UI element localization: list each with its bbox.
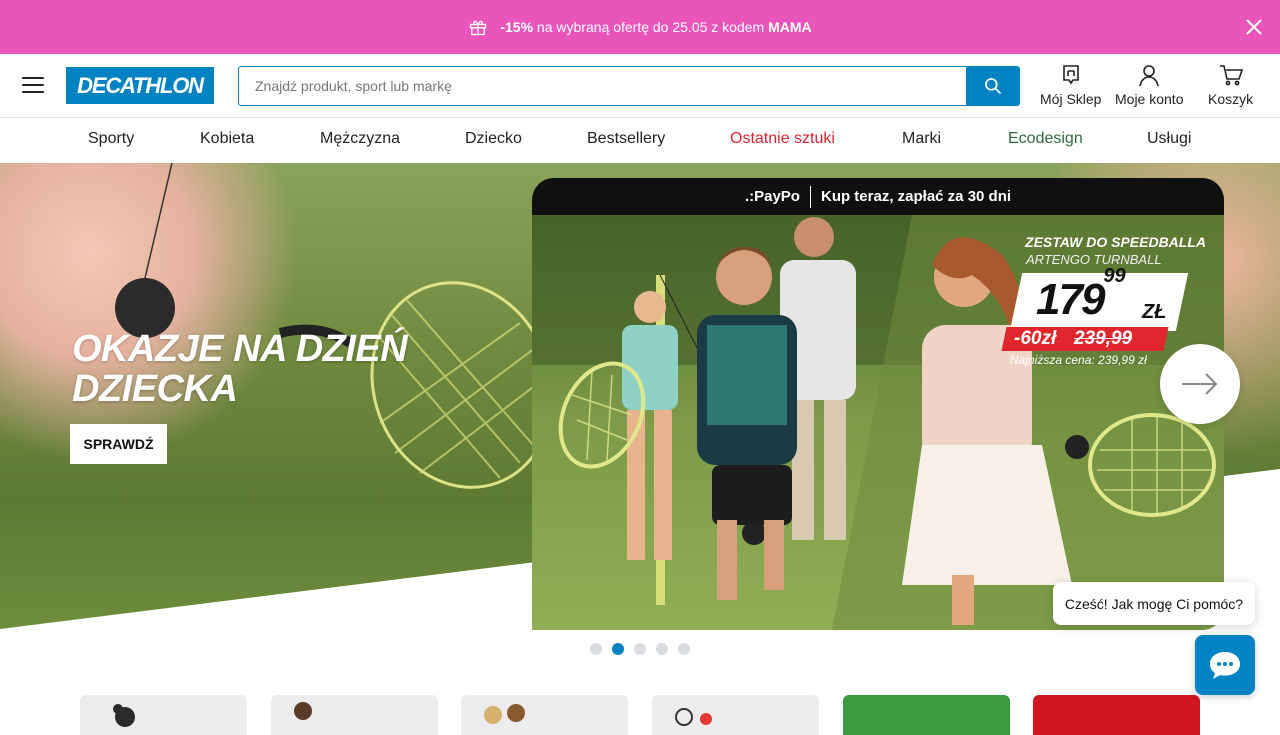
carousel-dot-2[interactable]: [612, 643, 624, 655]
carousel-dot-3[interactable]: [634, 643, 646, 655]
carousel-dot-4[interactable]: [656, 643, 668, 655]
decathlon-logo[interactable]: DECATHLON: [66, 67, 214, 104]
main-nav: Sporty Kobieta Mężczyzna Dziecko Bestsel…: [0, 118, 1280, 163]
paypo-bar: .:PayPo Kup teraz, zapłać za 30 dni: [532, 178, 1224, 215]
price-box: 17999 ZŁ -60zł 239,99: [1001, 265, 1189, 351]
search-icon: [984, 78, 1001, 95]
cart-button[interactable]: Koszyk: [1208, 62, 1253, 107]
product-title: ZESTAW DO SPEEDBALLA: [1025, 234, 1206, 250]
cart-label: Koszyk: [1208, 91, 1254, 107]
hero-cta-button[interactable]: SPRAWDŹ: [70, 424, 167, 464]
person-photo: [484, 704, 525, 724]
my-account-button[interactable]: Moje konto: [1115, 62, 1183, 107]
my-account-label: Moje konto: [1115, 91, 1184, 107]
category-tile-5[interactable]: [843, 695, 1010, 735]
store-icon: [1062, 65, 1079, 85]
nav-item-kobieta[interactable]: Kobieta: [200, 130, 254, 148]
my-store-label: Mój Sklep: [1040, 91, 1102, 107]
carousel-dots: [590, 643, 690, 655]
nav-item-dziecko[interactable]: Dziecko: [465, 130, 522, 148]
nav-item-ostatnie-sztuki[interactable]: Ostatnie sztuki: [730, 130, 835, 148]
price-main: 17999: [1036, 265, 1126, 324]
category-tile-2[interactable]: [271, 695, 438, 735]
person-photo: [294, 702, 312, 720]
menu-icon[interactable]: [22, 77, 44, 95]
promo-card[interactable]: .:PayPo Kup teraz, zapłać za 30 dni ZEST…: [532, 178, 1224, 630]
product-deal: ZESTAW DO SPEEDBALLA ARTENGO TURNBALL 17…: [996, 234, 1206, 367]
my-store-button[interactable]: Mój Sklep: [1040, 62, 1101, 107]
user-icon: [1139, 65, 1160, 87]
nav-item-uslugi[interactable]: Usługi: [1147, 130, 1191, 148]
carousel-next-button[interactable]: [1160, 344, 1240, 424]
nav-item-marki[interactable]: Marki: [902, 130, 941, 148]
price-discount: -60zł: [1014, 328, 1057, 349]
arrow-right-icon: [1182, 373, 1218, 395]
chat-icon: [1210, 652, 1240, 679]
nav-item-mezczyzna[interactable]: Mężczyzna: [320, 130, 400, 148]
paypo-logo: .:PayPo: [744, 188, 800, 205]
nav-item-bestsellery[interactable]: Bestsellery: [587, 130, 665, 148]
paypo-text: Kup teraz, zapłać za 30 dni: [820, 188, 1012, 205]
chat-button[interactable]: [1195, 635, 1255, 695]
gift-icon: [470, 20, 487, 36]
nav-item-ecodesign[interactable]: Ecodesign: [1008, 130, 1083, 148]
search-button[interactable]: [966, 67, 1019, 105]
search-input[interactable]: [239, 67, 967, 105]
site-header: DECATHLON Mój Sklep Moje konto Koszyk: [0, 54, 1280, 118]
chat-greeting-bubble[interactable]: Cześć! Jak mogę Ci pomóc?: [1053, 582, 1255, 625]
price-currency: ZŁ: [1142, 301, 1167, 323]
cart-icon: [1219, 65, 1243, 86]
hero-banner: OKAZJE NA DZIEŃ DZIECKA SPRAWDŹ .:PayPo …: [0, 163, 1280, 720]
nav-item-sporty[interactable]: Sporty: [88, 130, 134, 148]
category-tile-3[interactable]: [461, 695, 628, 735]
promo-bar[interactable]: -15% na wybraną ofertę do 25.05 z kodem …: [0, 0, 1280, 54]
category-tile-4[interactable]: [652, 695, 819, 735]
search-bar: [238, 66, 1020, 106]
hero-title: OKAZJE NA DZIEŃ DZIECKA: [72, 328, 408, 410]
price-old: 239,99: [1074, 328, 1133, 349]
product-photo: [675, 708, 712, 726]
promo-text: -15% na wybraną ofertę do 25.05 z kodem …: [500, 19, 812, 35]
carousel-dot-5[interactable]: [678, 643, 690, 655]
carousel-dot-1[interactable]: [590, 643, 602, 655]
category-tile-6[interactable]: [1033, 695, 1200, 735]
close-icon[interactable]: [1242, 15, 1266, 39]
category-tile-1[interactable]: [80, 695, 247, 735]
person-photo: [113, 704, 135, 727]
